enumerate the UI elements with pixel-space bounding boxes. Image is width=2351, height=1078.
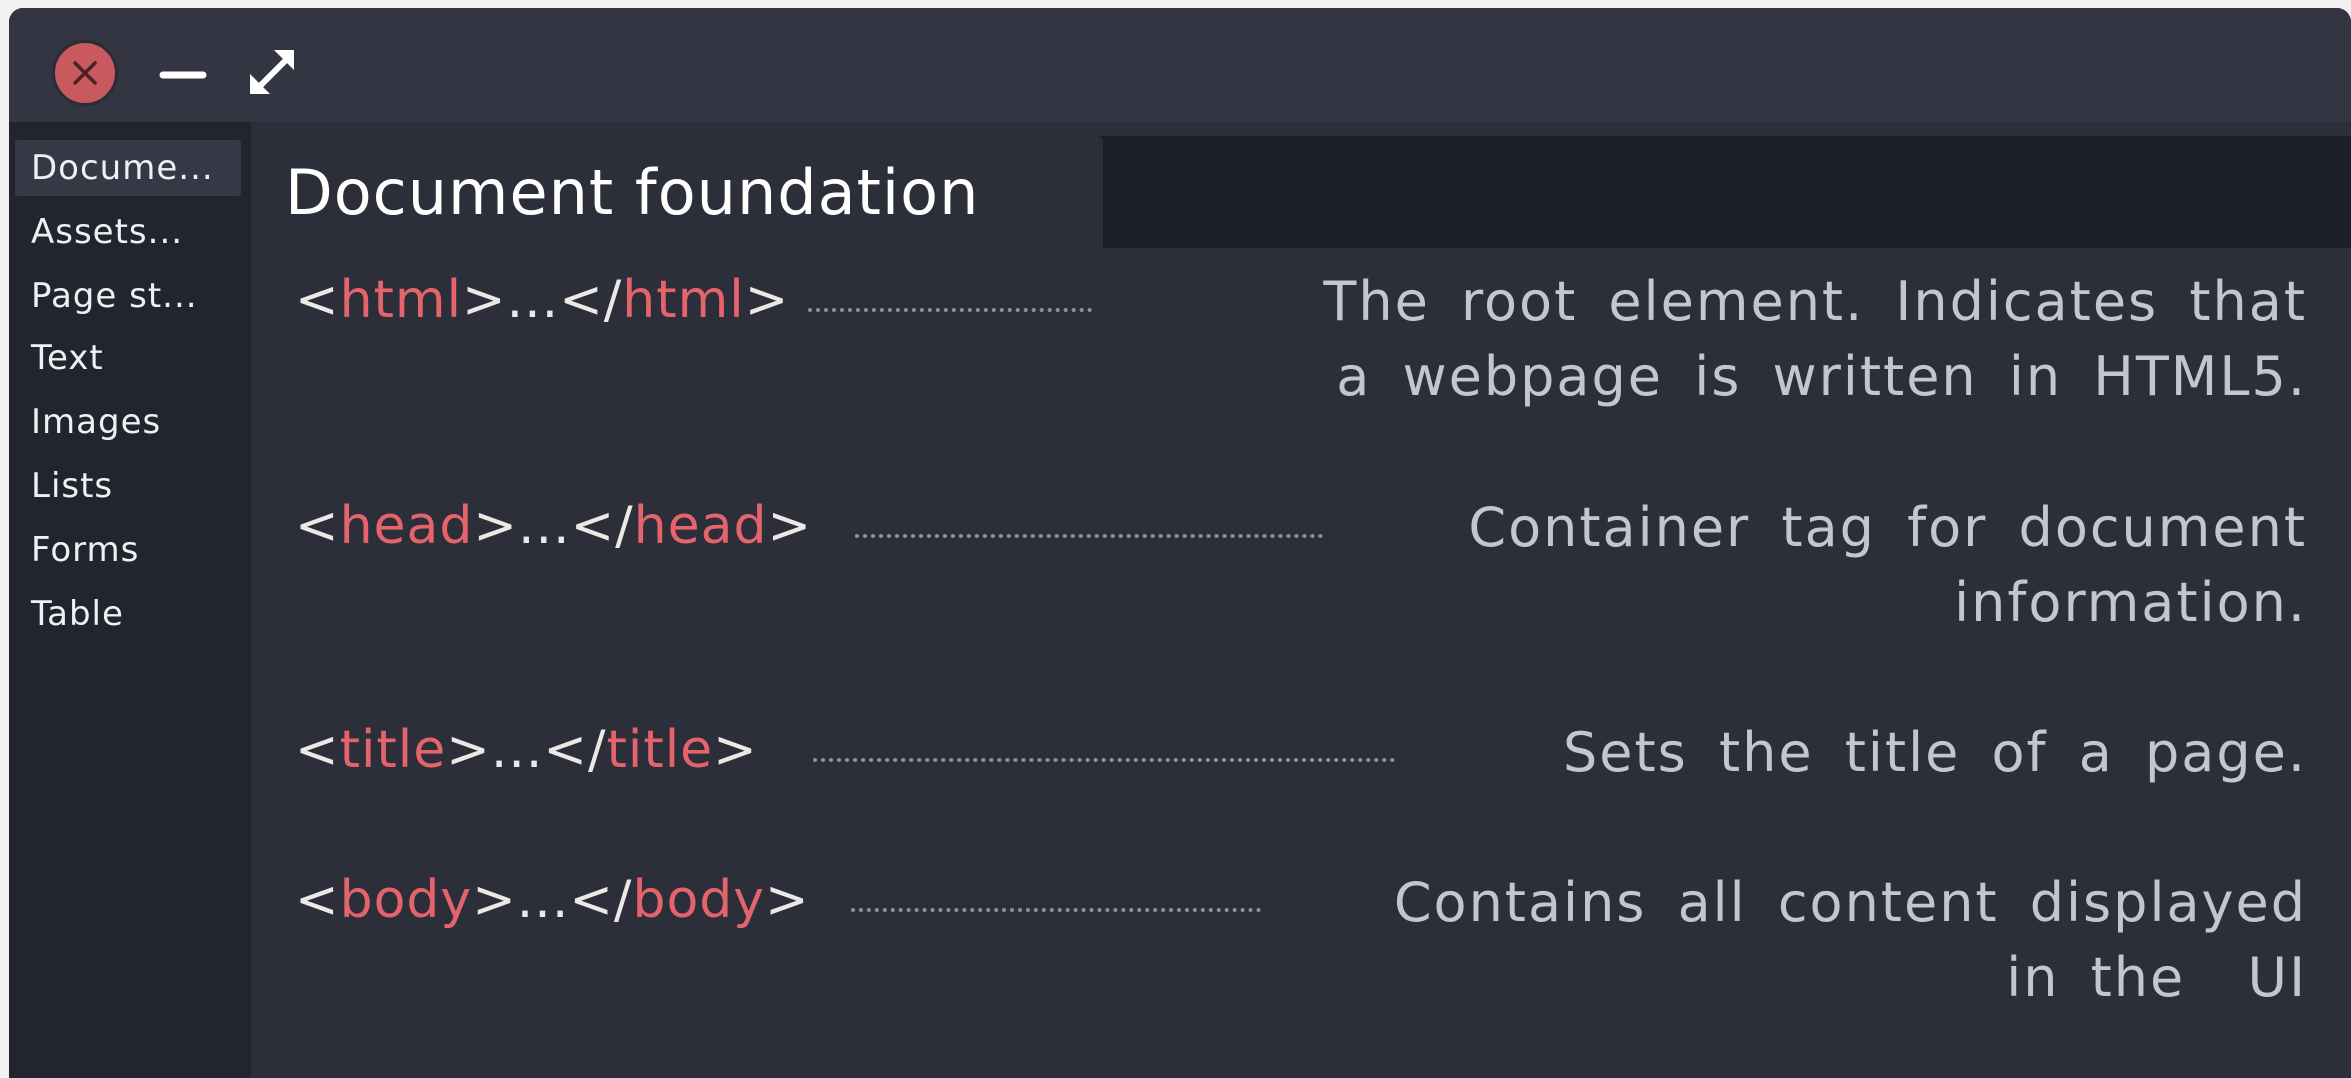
tag-name-open: html [339, 270, 463, 330]
description-line: Contains all content displayed [1393, 871, 2307, 934]
tag-name-open: head [339, 496, 474, 556]
description-line: information. [1954, 571, 2307, 634]
main-panel: Document foundation <html>...</html> The… [251, 122, 2351, 1078]
sidebar: Docume... Assets... Page st... Text Imag… [9, 122, 251, 1078]
tag-middle: >...</ [462, 270, 623, 330]
tag-name-close: body [632, 870, 766, 930]
maximize-icon [250, 50, 294, 94]
description-line: Sets the title of a page. [1563, 721, 2307, 784]
tag-open-bracket: < [295, 270, 340, 330]
tag-close-bracket: > [765, 870, 810, 930]
description-line: in the UI [2006, 946, 2307, 1009]
title-bar [9, 8, 2351, 122]
maximize-button[interactable] [242, 42, 304, 104]
sidebar-item-table[interactable]: Table [15, 586, 241, 642]
sidebar-item-page-structure[interactable]: Page st... [15, 268, 241, 324]
description-title: Sets the title of a page. [1563, 715, 2307, 790]
page-title: Document foundation [285, 156, 980, 229]
minimize-icon [159, 71, 207, 79]
sidebar-item-forms[interactable]: Forms [15, 522, 241, 578]
tag-close-bracket: > [744, 270, 790, 330]
tag-middle: >...</ [472, 870, 633, 930]
description-line: The root element. Indicates that [1323, 270, 2307, 333]
tag-html: <html>...</html> [295, 270, 789, 330]
dotted-leader [808, 308, 1092, 312]
description-line: Container tag for document [1468, 496, 2307, 559]
tag-name-close: html [622, 270, 745, 330]
tag-name-close: title [606, 720, 714, 780]
description-body: Contains all content displayed in the UI [1394, 865, 2307, 1015]
tag-name-open: title [339, 720, 447, 780]
tag-open-bracket: < [295, 496, 340, 556]
tag-open-bracket: < [295, 720, 340, 780]
tag-name-open: body [339, 870, 473, 930]
dotted-leader [813, 758, 1395, 762]
dotted-leader [851, 908, 1261, 912]
description-line: a webpage is written in HTML5. [1336, 345, 2307, 408]
tag-close-bracket: > [767, 496, 813, 556]
tag-name-close: head [633, 496, 768, 556]
tag-close-bracket: > [713, 720, 758, 780]
sidebar-item-text[interactable]: Text [15, 330, 241, 386]
description-head: Container tag for document information. [1468, 490, 2307, 640]
tag-middle: >...</ [473, 496, 634, 556]
close-button[interactable] [52, 40, 118, 106]
sidebar-item-assets[interactable]: Assets... [15, 204, 241, 260]
app-window: Docume... Assets... Page st... Text Imag… [9, 8, 2351, 1078]
tag-middle: >...</ [446, 720, 607, 780]
tag-body: <body>...</body> [295, 870, 810, 930]
sidebar-item-images[interactable]: Images [15, 394, 241, 450]
tag-open-bracket: < [295, 870, 340, 930]
minimize-button[interactable] [157, 56, 209, 90]
description-html: The root element. Indicates that a webpa… [1323, 264, 2307, 414]
sidebar-item-document[interactable]: Docume... [15, 140, 241, 196]
tag-head: <head>...</head> [295, 496, 812, 556]
tag-title: <title>...</title> [295, 720, 758, 780]
sidebar-item-lists[interactable]: Lists [15, 458, 241, 514]
dotted-leader [855, 534, 1323, 538]
close-icon [73, 61, 97, 85]
